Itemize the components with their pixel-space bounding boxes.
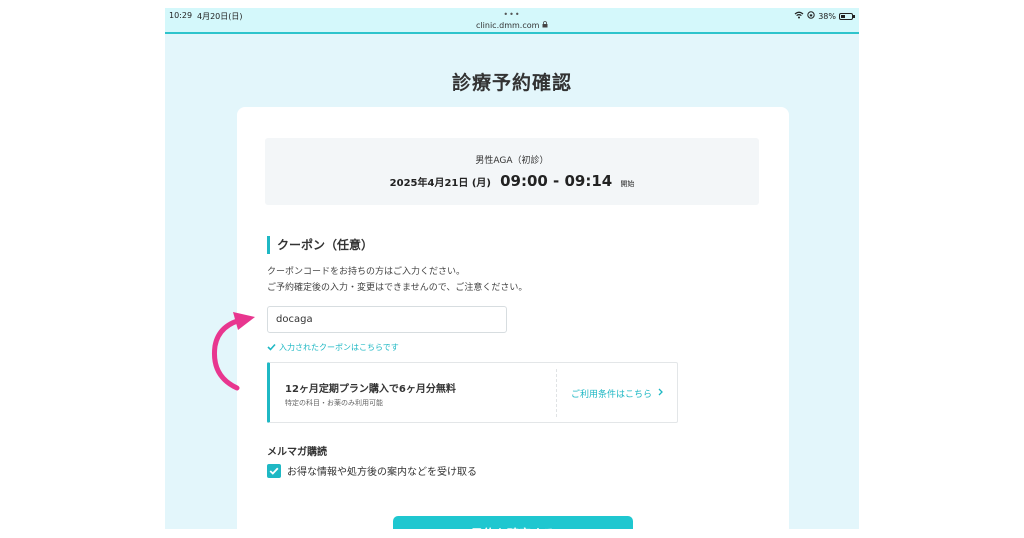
page-title: 診療予約確認 bbox=[451, 72, 572, 94]
newsletter-checkbox[interactable] bbox=[267, 463, 281, 478]
orientation-lock-icon bbox=[807, 11, 815, 21]
coupon-description-2: ご予約確定後の入力・変更はできませんので、ご注意ください。 bbox=[267, 283, 528, 293]
reservation-date: 2025年4月21日 (月) bbox=[389, 178, 491, 189]
reservation-time: 09:00 - 09:14 bbox=[500, 172, 613, 190]
coupon-offer-card: 12ヶ月定期プラン購入で6ヶ月分無料 特定の科目・お薬のみ利用可能 ご利用条件は… bbox=[267, 362, 678, 423]
valid-message-text: 入力されたクーポンはこちらです bbox=[279, 343, 399, 352]
newsletter-checkbox-label: お得な情報や処方後の案内などを受け取る bbox=[287, 467, 477, 478]
url-text: clinic.dmm.com bbox=[476, 21, 540, 30]
newsletter-option[interactable]: お得な情報や処方後の案内などを受け取る bbox=[267, 463, 477, 478]
coupon-offer-title: 12ヶ月定期プラン購入で6ヶ月分無料 bbox=[285, 384, 456, 395]
address-bar[interactable]: clinic.dmm.com bbox=[165, 21, 859, 30]
newsletter-heading: メルマガ購読 bbox=[267, 447, 327, 458]
annotation-arrow-icon bbox=[211, 312, 255, 391]
check-icon bbox=[267, 343, 276, 353]
terms-link[interactable]: ご利用条件はこちら bbox=[571, 387, 663, 400]
reservation-summary: 男性AGA（初診） 2025年4月21日 (月) 09:00 - 09:14 開… bbox=[265, 138, 759, 205]
battery-percent: 38% bbox=[818, 11, 836, 21]
reservation-datetime: 2025年4月21日 (月) 09:00 - 09:14 開始 bbox=[265, 171, 759, 190]
coupon-offer-note: 特定の科目・お薬のみ利用可能 bbox=[285, 399, 383, 407]
confirm-reservation-button[interactable]: 予約を確定する bbox=[393, 516, 633, 529]
tab-menu-dots[interactable]: ••• bbox=[165, 10, 859, 19]
battery-icon bbox=[839, 12, 855, 20]
tablet-screen: 10:29 4月20日(日) ••• clinic.dmm.com 38% 診療… bbox=[165, 8, 859, 529]
lock-icon bbox=[542, 21, 548, 30]
wifi-icon bbox=[794, 11, 804, 21]
menu-name: 男性AGA（初診） bbox=[475, 156, 549, 166]
coupon-divider bbox=[556, 369, 557, 417]
status-bar: 10:29 4月20日(日) ••• clinic.dmm.com 38% bbox=[165, 8, 859, 34]
terms-link-text: ご利用条件はこちら bbox=[571, 390, 653, 400]
coupon-description-1: クーポンコードをお持ちの方はご入力ください。 bbox=[267, 267, 466, 277]
reservation-card: 男性AGA（初診） 2025年4月21日 (月) 09:00 - 09:14 開… bbox=[237, 107, 789, 529]
chevron-right-icon bbox=[658, 388, 663, 399]
coupon-code-input[interactable] bbox=[267, 306, 507, 333]
status-indicators: 38% bbox=[794, 11, 855, 21]
start-label: 開始 bbox=[620, 180, 635, 188]
coupon-heading: クーポン（任意） bbox=[267, 236, 373, 254]
coupon-valid-message: 入力されたクーポンはこちらです bbox=[267, 342, 399, 353]
